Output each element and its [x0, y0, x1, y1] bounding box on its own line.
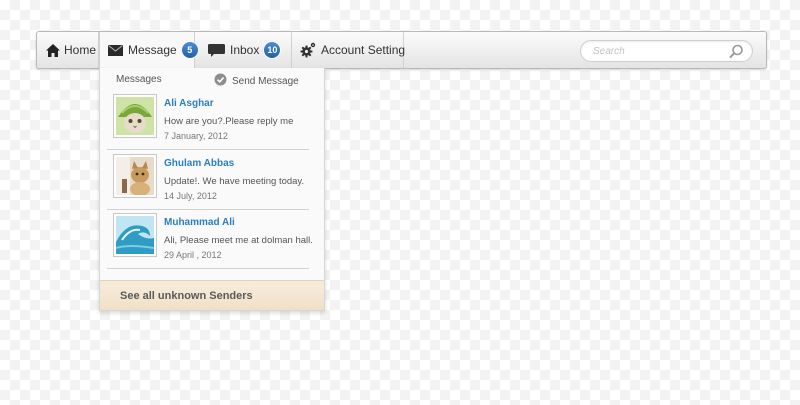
search-input[interactable]: [581, 45, 721, 57]
avatar: [113, 213, 157, 257]
cat-in-melon-hat-avatar-image: [116, 97, 154, 135]
message-item[interactable]: Ali Asghar How are you?.Please reply me …: [107, 90, 309, 150]
envelope-icon: [108, 44, 123, 56]
sender-name[interactable]: Muhammad Ali: [164, 217, 235, 228]
search-box: [580, 40, 753, 62]
ocean-wave-avatar-image: [116, 216, 154, 254]
send-message-button[interactable]: Send Message: [214, 73, 299, 89]
message-date: 29 April , 2012: [164, 250, 222, 260]
cat-photo-avatar-image: [116, 157, 154, 195]
send-message-label: Send Message: [232, 75, 299, 87]
nav-account-label: Account Setting: [321, 43, 406, 57]
inbox-count-badge: 10: [264, 42, 281, 58]
nav-inbox[interactable]: Inbox 10: [195, 32, 292, 68]
messages-dropdown: Messages Send Message Ali Asghar How are…: [99, 68, 325, 311]
see-all-unknown-senders-link[interactable]: See all unknown Senders: [100, 280, 324, 310]
nav-inbox-label: Inbox: [230, 43, 260, 57]
dropdown-header: Messages Send Message: [100, 68, 324, 92]
gear-icon: [300, 42, 316, 58]
nav-message-label: Message: [128, 43, 177, 57]
avatar: [113, 94, 157, 138]
message-preview: Ali, Please meet me at dolman hall.: [164, 235, 313, 246]
home-icon: [46, 43, 60, 57]
nav-message[interactable]: Message 5: [99, 31, 198, 69]
top-navbar: Home Message 5 Inbox 10 Account Setting …: [36, 31, 767, 69]
message-item[interactable]: Ghulam Abbas Update!. We have meeting to…: [107, 150, 309, 210]
avatar: [113, 154, 157, 198]
nav-account-setting[interactable]: Account Setting: [292, 32, 406, 68]
message-item[interactable]: Muhammad Ali Ali, Please meet me at dolm…: [107, 209, 313, 269]
nav-home[interactable]: Home: [37, 32, 99, 68]
sender-name[interactable]: Ali Asghar: [164, 98, 214, 109]
search-icon[interactable]: [729, 44, 744, 64]
message-preview: How are you?.Please reply me: [164, 116, 294, 127]
message-date: 7 January, 2012: [164, 131, 228, 141]
nav-home-label: Home: [64, 43, 97, 57]
sender-name[interactable]: Ghulam Abbas: [164, 158, 234, 169]
check-circle-icon: [214, 73, 227, 89]
message-preview: Update!. We have meeting today.: [164, 176, 305, 187]
message-date: 14 July, 2012: [164, 191, 217, 201]
dropdown-title: Messages: [116, 74, 162, 85]
chat-bubble-icon: [208, 43, 225, 57]
